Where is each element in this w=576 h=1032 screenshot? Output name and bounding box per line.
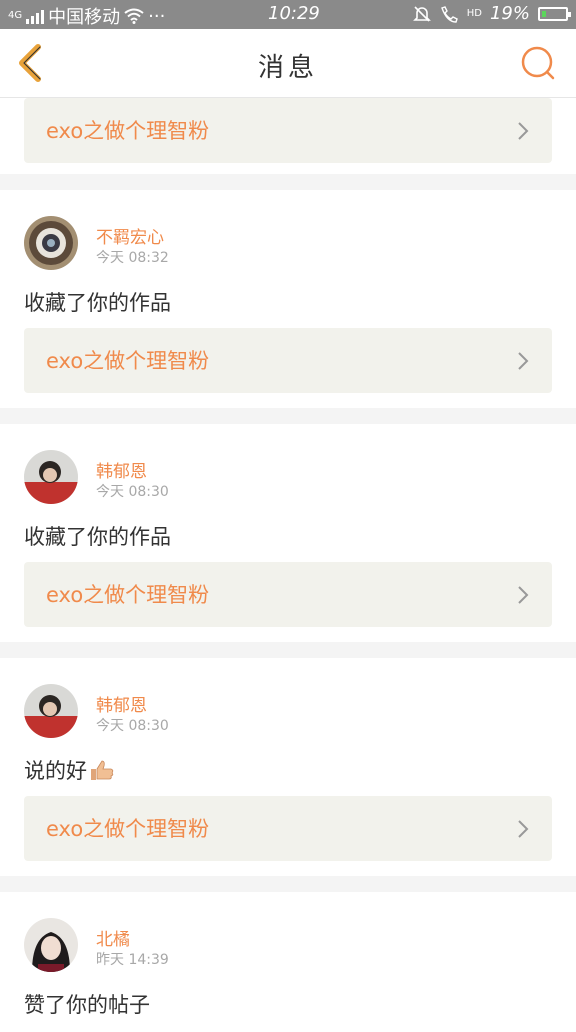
work-link[interactable]: exo之做个理智粉 <box>24 796 552 861</box>
work-link[interactable]: exo之做个理智粉 <box>24 562 552 627</box>
user-name[interactable]: 不羁宏心 <box>96 223 164 248</box>
avatar[interactable] <box>24 450 78 504</box>
avatar[interactable] <box>24 216 78 270</box>
message-text: 说的好 <box>24 755 115 785</box>
network-type: 4G <box>8 10 23 21</box>
work-title: exo之做个理智粉 <box>46 583 210 607</box>
page-title: 消息 <box>257 53 318 83</box>
battery-fill <box>542 10 546 17</box>
status-left: 4G 中国移动 ··· <box>8 3 165 29</box>
nav-bar: 消息 <box>0 29 576 98</box>
hd-label: HD <box>466 8 482 19</box>
list-item: 韩郁恩 今天 08:30 收藏了你的作品 exo之做个理智粉 <box>0 424 576 642</box>
battery-percent: 19% <box>489 3 530 24</box>
avatar[interactable] <box>24 918 78 972</box>
list-item: 韩郁恩 今天 08:30 说的好 exo之做个理智粉 <box>0 658 576 876</box>
avatar[interactable] <box>24 684 78 738</box>
hd-call-icon <box>440 5 458 23</box>
chevron-right-icon <box>518 352 529 370</box>
user-name[interactable]: 韩郁恩 <box>96 457 147 482</box>
message-text: 收藏了你的作品 <box>24 525 171 549</box>
timestamp: 今天 08:30 <box>96 484 169 500</box>
battery-icon <box>538 6 571 21</box>
chevron-right-icon <box>518 586 529 604</box>
more-dots: ··· <box>148 5 166 27</box>
work-title: exo之做个理智粉 <box>46 349 210 373</box>
clock: 10:29 <box>268 3 320 24</box>
signal-icon <box>26 8 45 24</box>
chevron-right-icon <box>518 820 529 838</box>
message-text: 收藏了你的作品 <box>24 291 171 315</box>
message-body: 说的好 <box>24 759 87 783</box>
list-item: 北橘 昨天 14:39 赞了你的帖子 <box>0 892 576 1032</box>
user-name[interactable]: 韩郁恩 <box>96 691 147 716</box>
work-title: exo之做个理智粉 <box>46 119 210 143</box>
timestamp: 今天 08:30 <box>96 718 169 734</box>
chevron-right-icon <box>518 122 529 140</box>
work-link[interactable]: exo之做个理智粉 <box>24 328 552 393</box>
thumbs-up-icon <box>91 760 114 780</box>
status-bar: 4G 中国移动 ··· 10:29 HD 19% <box>0 0 576 29</box>
carrier-name: 中国移动 <box>48 7 121 28</box>
message-list: exo之做个理智粉 不羁宏心 今天 08:32 收藏了你的作品 exo之做个理智… <box>0 98 576 1032</box>
timestamp: 昨天 14:39 <box>96 952 169 968</box>
wifi-icon <box>124 8 144 24</box>
work-title: exo之做个理智粉 <box>46 817 210 841</box>
status-right: HD 19% <box>412 3 571 24</box>
list-item: 不羁宏心 今天 08:32 收藏了你的作品 exo之做个理智粉 <box>0 190 576 408</box>
work-link[interactable]: exo之做个理智粉 <box>24 98 552 163</box>
list-item: exo之做个理智粉 <box>0 98 576 174</box>
search-icon[interactable] <box>520 45 556 81</box>
mute-icon <box>412 5 431 22</box>
user-name[interactable]: 北橘 <box>96 925 130 950</box>
message-text: 赞了你的帖子 <box>24 993 150 1017</box>
timestamp: 今天 08:32 <box>96 250 169 266</box>
